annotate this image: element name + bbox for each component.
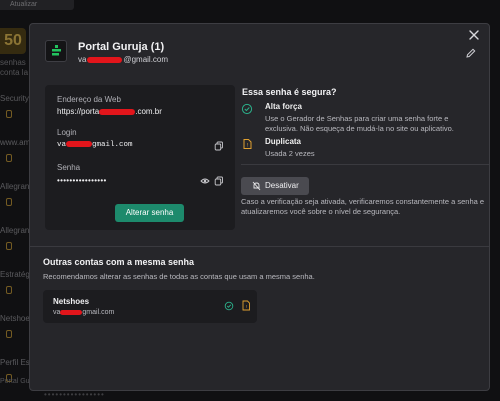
other-accounts-heading: Outras contas com a mesma senha [43, 257, 195, 267]
change-password-button[interactable]: Alterar senha [115, 204, 184, 222]
strength-description: Use o Gerador de Senhas para criar uma s… [265, 114, 454, 133]
account-name: Netshoes [53, 297, 90, 306]
svg-text:!: ! [247, 143, 248, 149]
shield-check-icon [224, 301, 234, 311]
entry-email: va @gmail.com [78, 55, 169, 64]
duplicate-title: Duplicata [265, 137, 302, 146]
divider [30, 246, 489, 247]
redaction-mark [87, 56, 123, 63]
duplicate-warning-icon: ! [243, 139, 252, 149]
edit-icon[interactable] [465, 47, 477, 59]
svg-text:!: ! [246, 304, 247, 309]
account-card[interactable]: Netshoes va gmail.com ! [43, 290, 257, 323]
password-label: Senha [57, 163, 81, 172]
password-value[interactable]: •••••••••••••••• [57, 176, 107, 185]
eye-icon[interactable] [200, 176, 210, 186]
bell-off-icon [252, 181, 261, 191]
divider [241, 164, 489, 165]
login-value[interactable]: va gmail.com [57, 141, 133, 149]
web-address-label: Endereço da Web [57, 95, 121, 104]
strength-title: Alta força [265, 102, 302, 111]
copy-password-icon[interactable] [214, 176, 224, 186]
redaction-mark [60, 309, 83, 315]
redaction-mark [66, 141, 93, 148]
web-address-value[interactable]: https://porta .com.br [57, 107, 162, 116]
deactivate-button[interactable]: Desativar [241, 177, 309, 195]
duplicate-description: Usada 2 vezes [265, 149, 315, 158]
entry-title: Portal Guruja (1) [78, 41, 165, 53]
verification-description: Caso a verificação seja ativada, verific… [241, 197, 485, 216]
site-logo-icon [45, 40, 67, 62]
other-accounts-description: Recomendamos alterar as senhas de todas … [43, 272, 315, 281]
close-icon[interactable] [467, 28, 481, 42]
shield-check-icon [241, 103, 253, 115]
credentials-card: Endereço da Web https://porta .com.br Log… [45, 85, 235, 230]
redaction-mark [99, 108, 136, 115]
password-details-dialog: Portal Guruja (1) va @gmail.com Endereço … [29, 23, 490, 391]
login-label: Login [57, 128, 77, 137]
security-heading: Essa senha é segura? [242, 87, 337, 97]
copy-login-icon[interactable] [214, 141, 224, 151]
duplicate-warning-icon: ! [242, 300, 250, 311]
account-email: va gmail.com [53, 309, 115, 316]
